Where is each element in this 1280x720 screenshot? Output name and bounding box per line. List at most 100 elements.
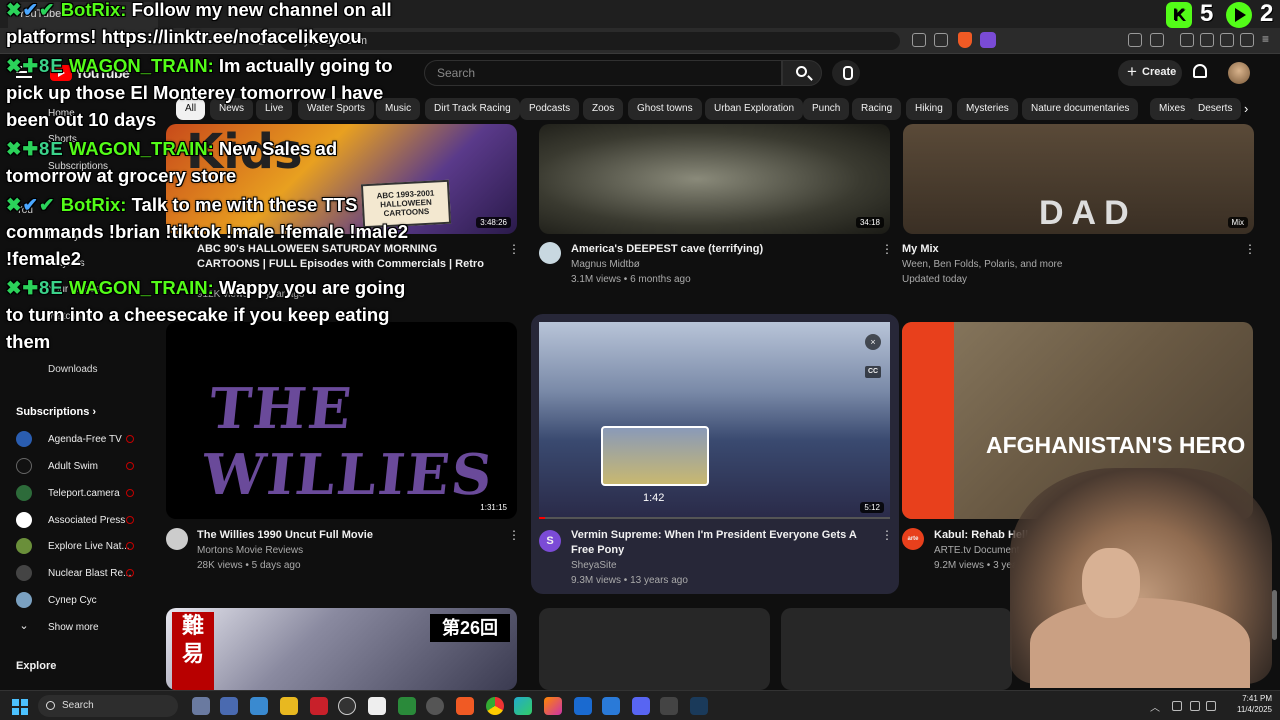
mute-icon[interactable]: × [865, 334, 881, 350]
search-input[interactable]: Search [424, 60, 782, 86]
video-menu-icon[interactable]: ⋮ [881, 242, 893, 256]
subscriptions-header-label: Subscriptions [16, 406, 90, 418]
chip-zoos[interactable]: Zoos [583, 98, 624, 120]
chat-badges-icon: ✖✔✔ [6, 194, 56, 215]
sub-label: Agenda-Free TV [48, 434, 122, 445]
mic-tray-icon[interactable] [1172, 701, 1182, 711]
taskbar-app-icon[interactable] [220, 697, 238, 715]
show-more-label: Show more [48, 622, 99, 633]
edge-icon[interactable] [514, 697, 532, 715]
channel-avatar[interactable]: arte [902, 528, 924, 550]
reader-icon[interactable] [1180, 33, 1194, 47]
live-indicator-icon [126, 489, 134, 497]
network-icon[interactable] [1190, 701, 1200, 711]
extensions-icon[interactable] [1128, 33, 1142, 47]
chip-hiking[interactable]: Hiking [906, 98, 952, 120]
chip-nature-documentaries[interactable]: Nature documentaries [1022, 98, 1139, 120]
video-meta: Updated today [902, 274, 968, 285]
tray-chevron-icon[interactable]: ︿ [1150, 699, 1160, 714]
firefox-icon[interactable] [544, 697, 562, 715]
volume-icon[interactable] [1206, 701, 1216, 711]
arte-brand-bar [902, 322, 954, 519]
search-button[interactable] [782, 60, 822, 86]
steam-icon[interactable] [690, 697, 708, 715]
taskbar-app-icon[interactable] [368, 697, 386, 715]
taskbar-search[interactable]: Search [38, 695, 178, 717]
chip-mysteries[interactable]: Mysteries [957, 98, 1018, 120]
chip-mixes[interactable]: Mixes [1150, 98, 1195, 120]
create-button[interactable]: Create [1118, 60, 1182, 86]
chat-username: WAGON_TRAIN: [68, 138, 214, 159]
channel-avatar[interactable] [166, 528, 188, 550]
taskbar-app-icon[interactable] [250, 697, 268, 715]
menu-icon[interactable]: ≡ [1262, 32, 1269, 46]
taskbar-app-icon[interactable] [192, 697, 210, 715]
progress-track[interactable] [539, 517, 890, 519]
cast-icon[interactable] [912, 33, 926, 47]
taskbar-app-icon[interactable] [426, 697, 444, 715]
channel-avatar[interactable] [539, 242, 561, 264]
wallet-icon[interactable] [1200, 33, 1214, 47]
video-title[interactable]: Vermin Supreme: When I'm President Every… [571, 528, 871, 558]
taskbar-app-icon[interactable] [310, 697, 328, 715]
brave-browser-icon[interactable] [456, 697, 474, 715]
taskbar-app-icon[interactable] [398, 697, 416, 715]
vpn-icon[interactable] [1240, 33, 1254, 47]
channel-name[interactable]: Mortons Movie Reviews [197, 543, 303, 558]
subscriptions-header[interactable]: Subscriptions › [16, 406, 96, 418]
chip-podcasts[interactable]: Podcasts [520, 98, 580, 120]
notifications-bell-icon[interactable] [1193, 64, 1207, 78]
video-title[interactable]: America's DEEPEST cave (terrifying) [571, 242, 763, 257]
account-avatar[interactable] [1228, 62, 1250, 84]
video-menu-icon[interactable]: ⋮ [508, 528, 520, 542]
video-title[interactable]: The Willies 1990 Uncut Full Movie [197, 528, 373, 543]
share-icon[interactable] [934, 33, 948, 47]
chip-ghost-towns[interactable]: Ghost towns [628, 98, 702, 120]
video-thumbnail[interactable]: 難易 第26回 [166, 608, 517, 690]
windows-start-icon[interactable] [12, 699, 28, 715]
video-menu-icon[interactable]: ⋮ [881, 528, 893, 542]
taskbar-clock[interactable]: 7:41 PM 11/4/2025 [1222, 693, 1272, 715]
channel-avatar[interactable]: S [539, 530, 561, 552]
chat-badges-icon: ✖✔✔ [6, 0, 56, 20]
leo-icon[interactable] [1220, 33, 1234, 47]
captions-icon[interactable]: CC [865, 366, 881, 378]
taskbar-app-icon[interactable] [338, 697, 356, 715]
video-title[interactable]: My Mix [902, 242, 939, 257]
video-preview-player[interactable]: 1:42 × CC 5:12 [539, 322, 890, 519]
channel-name[interactable]: Ween, Ben Folds, Polaris, and more [902, 257, 1062, 272]
scrub-preview-frame [601, 426, 709, 486]
sidebar-item-downloads[interactable]: Downloads [48, 364, 97, 375]
sidebar-icon[interactable] [1150, 33, 1164, 47]
chip-dirt-track-racing[interactable]: Dirt Track Racing [425, 98, 520, 120]
chip-urban-exploration[interactable]: Urban Exploration [705, 98, 804, 120]
duration-badge: 1:31:15 [476, 502, 511, 513]
taskbar-app-icon[interactable] [574, 697, 592, 715]
vscode-icon[interactable] [602, 697, 620, 715]
discord-icon[interactable] [632, 697, 650, 715]
thumb-episode-label: 第26回 [430, 614, 510, 642]
brave-rewards-icon[interactable] [980, 32, 996, 48]
taskbar-app-icon[interactable] [660, 697, 678, 715]
channel-name[interactable]: SheyaSite [571, 558, 617, 573]
chrome-icon[interactable] [486, 697, 504, 715]
chat-badges-icon: ✖✚8E [6, 55, 64, 76]
file-explorer-icon[interactable] [280, 697, 298, 715]
chip-deserts[interactable]: Deserts [1189, 98, 1242, 120]
thumb-letters: DAD [1039, 194, 1137, 232]
channel-name[interactable]: Magnus Midtbø [571, 257, 640, 272]
video-menu-icon[interactable]: ⋮ [1244, 242, 1256, 256]
chip-racing[interactable]: Racing [852, 98, 902, 120]
video-thumbnail[interactable]: DAD Mix [903, 124, 1254, 234]
chip-next-chevron-icon[interactable]: › [1244, 101, 1248, 116]
video-menu-icon[interactable]: ⋮ [508, 242, 520, 256]
sub-label: Adult Swim [48, 461, 99, 472]
page-scrollbar[interactable] [1272, 590, 1277, 640]
chat-message: ✖✚8E WAGON_TRAIN: Im actually going to p… [6, 52, 426, 133]
stream-counter: K 5 2 [1166, 0, 1280, 32]
video-thumbnail[interactable]: 34:18 [539, 124, 890, 234]
brave-shield-icon[interactable] [958, 32, 972, 48]
chip-punch[interactable]: Punch [803, 98, 850, 120]
voice-search-icon[interactable] [832, 60, 860, 86]
sidebar-explore-header: Explore [16, 660, 57, 672]
